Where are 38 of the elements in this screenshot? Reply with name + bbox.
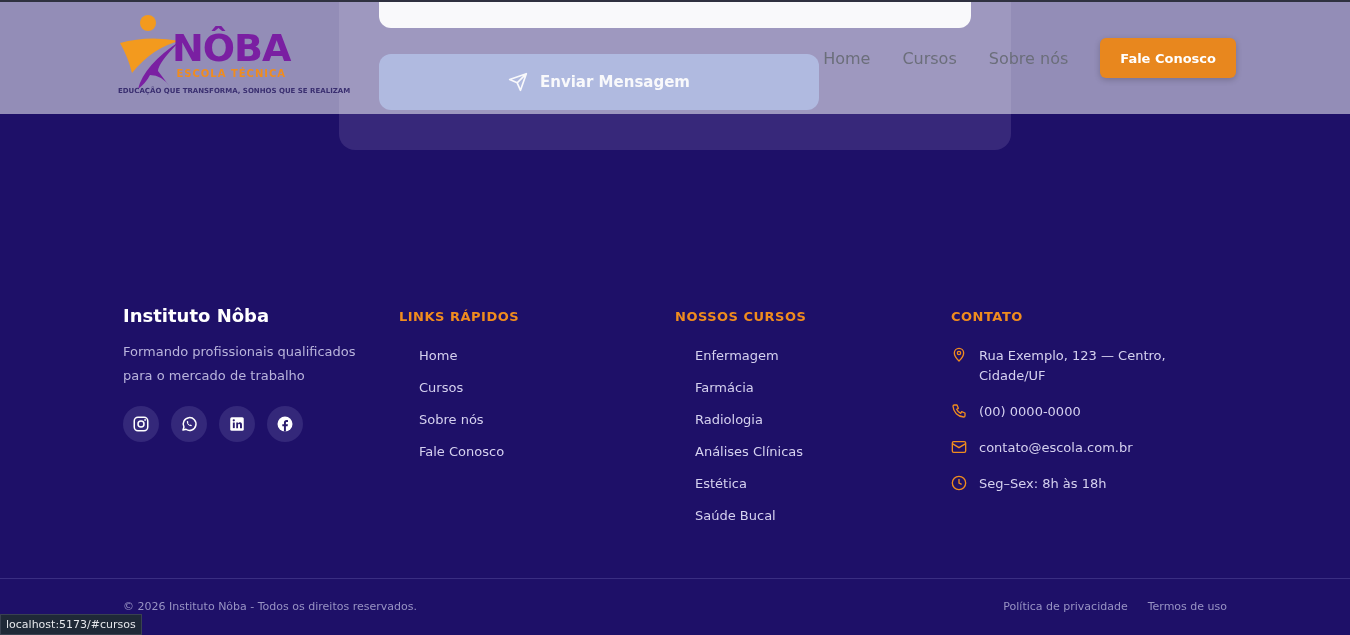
footer-brand-title: Instituto Nôba [123, 305, 271, 326]
legal-link[interactable]: Termos de uso [1147, 600, 1227, 613]
clock-icon [951, 475, 967, 491]
contact-text: Seg–Sex: 8h às 18h [979, 475, 1108, 493]
contact-text: (00) 0000-0000 [979, 403, 1082, 421]
whatsapp-icon [180, 415, 198, 433]
send-icon [508, 72, 528, 92]
facebook-icon [276, 415, 294, 433]
footer-link[interactable]: Enfermagem [695, 346, 951, 365]
footer-link[interactable]: Sobre nós [419, 410, 675, 429]
legal-link[interactable]: Política de privacidade [1003, 600, 1128, 613]
column-heading: NOSSOS CURSOS [675, 309, 808, 324]
logo-wordmark: NÔBA [172, 27, 291, 68]
footer-link[interactable]: Cursos [419, 378, 675, 397]
footer-link[interactable]: Radiologia [695, 410, 951, 429]
logo-subtitle: ESCOLA TÉCNICA [176, 67, 287, 79]
footer-link[interactable]: Análises Clínicas [695, 442, 951, 461]
footer-link[interactable]: Estética [695, 474, 951, 493]
envelope-icon [951, 439, 967, 455]
column-heading: LINKS RÁPIDOS [399, 309, 521, 324]
contact-text: Rua Exemplo, 123 — Centro, Cidade/UF [979, 347, 1167, 385]
social-button[interactable] [171, 406, 207, 442]
footer-link[interactable]: Home [419, 346, 675, 365]
status-bar-url: localhost:5173/#cursos [0, 614, 142, 635]
footer-link[interactable]: Saúde Bucal [695, 506, 951, 525]
footer-description: Formando profissionais qualificados para o mercado de trabalho [123, 343, 357, 385]
phone-icon [951, 403, 967, 419]
column-heading: CONTATO [951, 309, 1024, 324]
footer-link[interactable]: Farmácia [695, 378, 951, 397]
contact-text: contato@escola.com.br [979, 439, 1134, 457]
linkedin-icon [228, 415, 246, 433]
location-pin-icon [951, 347, 967, 363]
social-button[interactable] [219, 406, 255, 442]
copyright-text: © 2026 Instituto Nôba - Todos os direitos reservados. [123, 600, 417, 613]
social-button[interactable] [267, 406, 303, 442]
instagram-icon [132, 415, 150, 433]
social-button[interactable] [123, 406, 159, 442]
footer-link[interactable]: Fale Conosco [419, 442, 675, 461]
